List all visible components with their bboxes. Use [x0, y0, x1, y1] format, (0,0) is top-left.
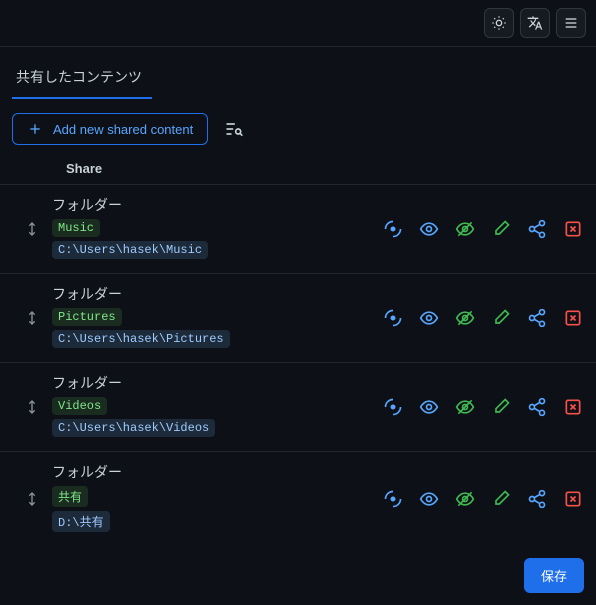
delete-button[interactable] — [562, 218, 584, 240]
drag-handle[interactable] — [12, 310, 52, 326]
share-icon — [527, 308, 547, 328]
delete-icon — [563, 219, 583, 239]
scan-icon — [383, 308, 403, 328]
toolbar: Add new shared content — [0, 99, 596, 155]
tab-shared-content[interactable]: 共有したコンテンツ — [12, 61, 152, 99]
row-actions — [382, 218, 584, 240]
scan-button[interactable] — [382, 218, 404, 240]
visible-button[interactable] — [418, 307, 440, 329]
share-name-chip: Music — [52, 219, 100, 237]
row-actions — [382, 488, 584, 510]
scan-button[interactable] — [382, 488, 404, 510]
folder-label: フォルダー — [52, 373, 382, 393]
row-actions — [382, 307, 584, 329]
edit-button[interactable] — [490, 396, 512, 418]
scan-icon — [383, 489, 403, 509]
share-path-chip: C:\Users\hasek\Videos — [52, 419, 215, 437]
edit-button[interactable] — [490, 218, 512, 240]
eye-off-icon — [455, 219, 475, 239]
share-name-chip: Videos — [52, 397, 107, 415]
filter-search-icon — [224, 119, 244, 139]
edit-icon — [491, 489, 511, 509]
visible-button[interactable] — [418, 488, 440, 510]
folder-label: フォルダー — [52, 462, 382, 482]
delete-button[interactable] — [562, 307, 584, 329]
share-button[interactable] — [526, 218, 548, 240]
drag-handle[interactable] — [12, 491, 52, 507]
scan-button[interactable] — [382, 396, 404, 418]
delete-icon — [563, 308, 583, 328]
edit-icon — [491, 397, 511, 417]
row-content: フォルダー Pictures C:\Users\hasek\Pictures — [52, 284, 382, 352]
delete-button[interactable] — [562, 396, 584, 418]
hidden-button[interactable] — [454, 396, 476, 418]
eye-off-icon — [455, 397, 475, 417]
share-name-chip: 共有 — [52, 486, 88, 507]
topbar — [0, 0, 596, 47]
row-actions — [382, 396, 584, 418]
table-body: フォルダー Music C:\Users\hasek\Music — [0, 184, 596, 546]
folder-label: フォルダー — [52, 195, 382, 215]
footer: 保存 — [0, 546, 596, 605]
language-button[interactable] — [520, 8, 550, 38]
tabs: 共有したコンテンツ — [0, 47, 596, 99]
share-icon — [527, 489, 547, 509]
edit-button[interactable] — [490, 488, 512, 510]
language-icon — [527, 15, 543, 31]
theme-toggle-button[interactable] — [484, 8, 514, 38]
drag-icon — [24, 221, 40, 237]
eye-icon — [419, 397, 439, 417]
eye-icon — [419, 308, 439, 328]
table-row: フォルダー Music C:\Users\hasek\Music — [0, 184, 596, 273]
scan-button[interactable] — [382, 307, 404, 329]
hidden-button[interactable] — [454, 218, 476, 240]
delete-icon — [563, 489, 583, 509]
share-path-chip: C:\Users\hasek\Music — [52, 241, 208, 259]
share-icon — [527, 219, 547, 239]
edit-icon — [491, 219, 511, 239]
eye-off-icon — [455, 308, 475, 328]
visible-button[interactable] — [418, 396, 440, 418]
delete-icon — [563, 397, 583, 417]
delete-button[interactable] — [562, 488, 584, 510]
scan-icon — [383, 397, 403, 417]
folder-label: フォルダー — [52, 284, 382, 304]
table-row: フォルダー 共有 D:\共有 — [0, 451, 596, 546]
table-row: フォルダー Videos C:\Users\hasek\Videos — [0, 362, 596, 451]
hidden-button[interactable] — [454, 307, 476, 329]
add-button-label: Add new shared content — [53, 122, 193, 137]
share-button[interactable] — [526, 307, 548, 329]
edit-icon — [491, 308, 511, 328]
share-name-chip: Pictures — [52, 308, 122, 326]
row-content: フォルダー Music C:\Users\hasek\Music — [52, 195, 382, 263]
edit-button[interactable] — [490, 307, 512, 329]
add-shared-content-button[interactable]: Add new shared content — [12, 113, 208, 145]
filter-search-button[interactable] — [222, 117, 246, 141]
eye-off-icon — [455, 489, 475, 509]
save-button[interactable]: 保存 — [524, 558, 584, 593]
drag-handle[interactable] — [12, 399, 52, 415]
table-row: フォルダー Pictures C:\Users\hasek\Pictures — [0, 273, 596, 362]
drag-icon — [24, 399, 40, 415]
share-path-chip: D:\共有 — [52, 511, 110, 532]
menu-icon — [563, 15, 579, 31]
table-header-share: Share — [0, 155, 596, 184]
share-icon — [527, 397, 547, 417]
share-button[interactable] — [526, 396, 548, 418]
sun-icon — [491, 15, 507, 31]
share-button[interactable] — [526, 488, 548, 510]
row-content: フォルダー Videos C:\Users\hasek\Videos — [52, 373, 382, 441]
menu-button[interactable] — [556, 8, 586, 38]
drag-icon — [24, 310, 40, 326]
row-content: フォルダー 共有 D:\共有 — [52, 462, 382, 536]
drag-handle[interactable] — [12, 221, 52, 237]
share-path-chip: C:\Users\hasek\Pictures — [52, 330, 230, 348]
hidden-button[interactable] — [454, 488, 476, 510]
drag-icon — [24, 491, 40, 507]
scan-icon — [383, 219, 403, 239]
eye-icon — [419, 489, 439, 509]
plus-icon — [27, 121, 43, 137]
eye-icon — [419, 219, 439, 239]
visible-button[interactable] — [418, 218, 440, 240]
